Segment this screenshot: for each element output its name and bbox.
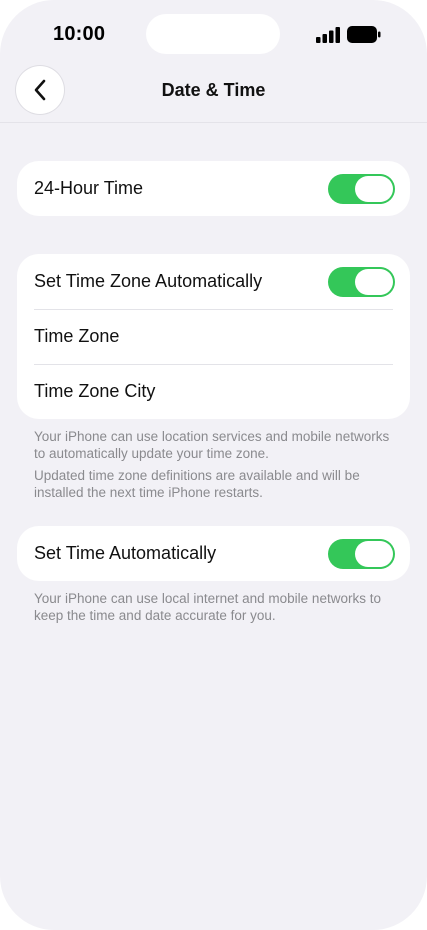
time-zone-footnote: Your iPhone can use location services an… xyxy=(34,429,390,461)
24-hour-time-toggle[interactable] xyxy=(328,174,395,204)
phone-screen: 10:00 Date & Time 24-Hour Time Set Time … xyxy=(0,0,427,930)
toggle-knob xyxy=(355,269,393,295)
row-set-time-zone-automatically[interactable]: Set Time Zone Automatically xyxy=(17,254,410,309)
time-auto-group: Set Time Automatically xyxy=(17,526,410,581)
navigation-bar: Date & Time xyxy=(0,60,427,123)
time-zone-group: Set Time Zone Automatically Time Zone Ti… xyxy=(17,254,410,419)
cellular-signal-icon xyxy=(316,27,340,43)
time-auto-footnote: Your iPhone can use local internet and m… xyxy=(34,591,381,623)
row-label: Set Time Zone Automatically xyxy=(34,271,263,291)
battery-icon xyxy=(347,26,381,43)
page-title: Date & Time xyxy=(161,80,266,100)
row-label: Time Zone xyxy=(34,326,120,346)
row-time-zone-city[interactable]: Time Zone City xyxy=(17,364,410,419)
row-label: Set Time Automatically xyxy=(34,543,217,563)
dynamic-island xyxy=(146,14,280,54)
toggle-knob xyxy=(355,541,393,567)
row-time-zone[interactable]: Time Zone xyxy=(17,309,410,364)
set-time-automatically-toggle[interactable] xyxy=(328,539,395,569)
row-label: Time Zone City xyxy=(34,381,156,401)
status-bar: 10:00 xyxy=(0,0,427,60)
row-label: 24-Hour Time xyxy=(34,178,144,198)
toggle-knob xyxy=(355,176,393,202)
status-time: 10:00 xyxy=(53,23,106,45)
row-set-time-automatically[interactable]: Set Time Automatically xyxy=(17,526,410,581)
hour-format-group: 24-Hour Time xyxy=(17,161,410,216)
row-24-hour-time[interactable]: 24-Hour Time xyxy=(17,161,410,216)
set-time-zone-automatically-toggle[interactable] xyxy=(328,267,395,297)
time-zone-update-footnote: Updated time zone definitions are availa… xyxy=(34,468,360,500)
